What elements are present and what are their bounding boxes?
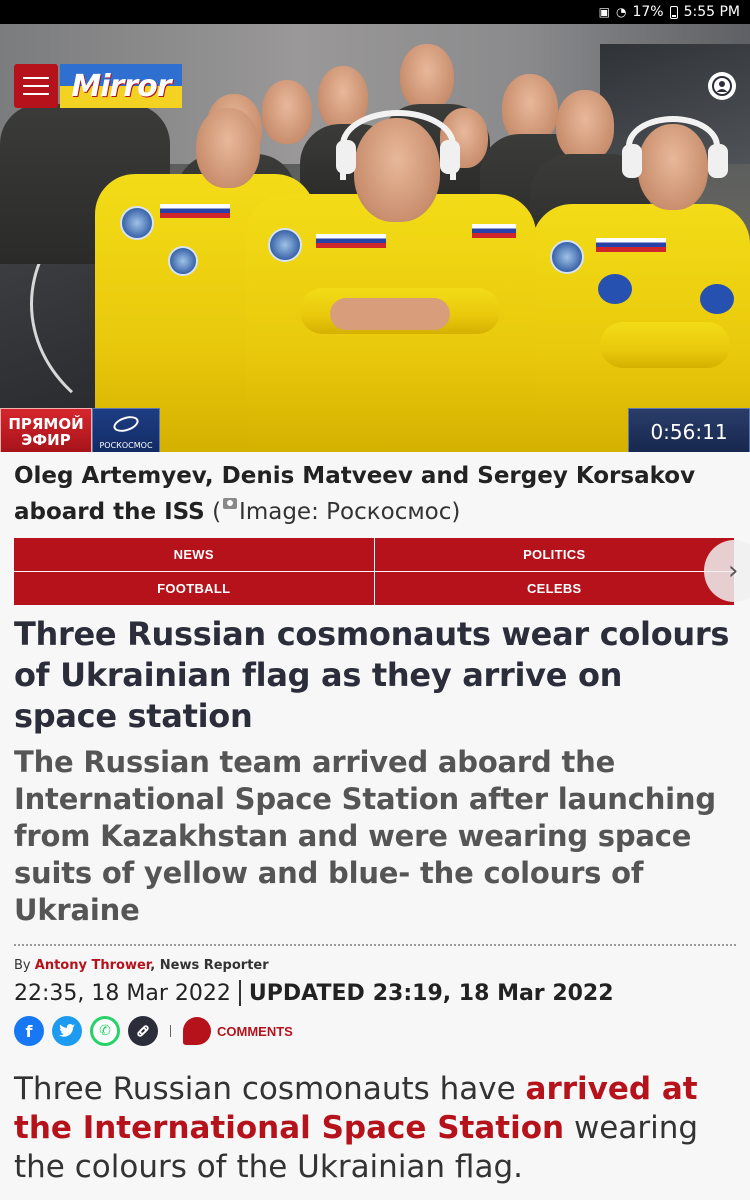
- logo-text: Mirror: [71, 68, 171, 104]
- published-date: 22:35, 18 Mar 2022: [14, 980, 231, 1006]
- account-button[interactable]: [708, 72, 736, 100]
- facebook-icon: f: [25, 1021, 33, 1041]
- facebook-share-button[interactable]: f: [14, 1016, 44, 1046]
- mirror-logo[interactable]: Mirror: [60, 64, 182, 108]
- twitter-share-button[interactable]: [52, 1016, 82, 1046]
- article-headline: Three Russian cosmonauts wear colours of…: [14, 615, 730, 735]
- article-standfirst: The Russian team arrived aboard the Inte…: [14, 745, 716, 927]
- section-nav: NEWS POLITICS FOOTBALL CELEBS: [14, 538, 734, 605]
- nav-celebs[interactable]: CELEBS: [374, 572, 734, 605]
- nav-politics[interactable]: POLITICS: [374, 538, 734, 571]
- live-label: ПРЯМОЙ ЭФИР: [0, 408, 92, 452]
- comments-link[interactable]: COMMENTS: [217, 1024, 293, 1039]
- article-body: Three Russian cosmonauts have arrived at…: [14, 1071, 699, 1185]
- author-link[interactable]: Antony Thrower: [35, 958, 151, 973]
- broadcast-timer: 0:56:11: [628, 408, 750, 452]
- nav-news[interactable]: NEWS: [14, 538, 374, 571]
- nav-football[interactable]: FOOTBALL: [14, 572, 374, 605]
- channel-logo: РОСКОСМОС: [92, 408, 160, 452]
- battery-percentage: 17%: [632, 4, 664, 20]
- status-bar: ▣ ◔ 17% 5:55 PM: [0, 0, 750, 24]
- whatsapp-share-button[interactable]: ✆: [90, 1016, 120, 1046]
- chevron-right-icon: ›: [728, 556, 739, 586]
- wifi-icon: ◔: [615, 5, 627, 19]
- updated-date: 23:19, 18 Mar 2022: [372, 980, 614, 1006]
- author-role: , News Reporter: [150, 958, 269, 973]
- camera-icon: [223, 498, 238, 509]
- copy-link-button[interactable]: [128, 1016, 158, 1046]
- image-credit: Image: Роскосмос): [239, 499, 461, 525]
- battery-icon: [669, 5, 678, 19]
- status-time: 5:55 PM: [683, 4, 740, 20]
- roscosmos-icon: [111, 413, 141, 435]
- updated-label: UPDATED: [248, 980, 365, 1006]
- user-icon: [712, 76, 732, 96]
- notification-icon: ▣: [598, 5, 610, 19]
- link-icon: [137, 1025, 149, 1037]
- share-bar: f ✆ COMMENTS: [14, 1016, 293, 1046]
- live-broadcast-badge: ПРЯМОЙ ЭФИР РОСКОСМОС: [0, 408, 160, 452]
- article-dates: 22:35, 18 Mar 2022 UPDATED 23:19, 18 Mar…: [14, 980, 614, 1006]
- share-divider: [170, 1025, 171, 1037]
- date-separator: [238, 980, 241, 1006]
- byline: By Antony Thrower, News Reporter: [14, 958, 269, 973]
- image-caption: Oleg Artemyev, Denis Matveev and Sergey …: [14, 463, 696, 525]
- comments-icon[interactable]: [183, 1017, 211, 1045]
- whatsapp-icon: ✆: [99, 1023, 111, 1039]
- divider: [14, 944, 736, 946]
- hero-image: Mirror ПРЯМОЙ ЭФИР РОСКОСМОС 0:56:11: [0, 24, 750, 452]
- menu-button[interactable]: [14, 64, 58, 108]
- twitter-icon: [59, 1024, 75, 1037]
